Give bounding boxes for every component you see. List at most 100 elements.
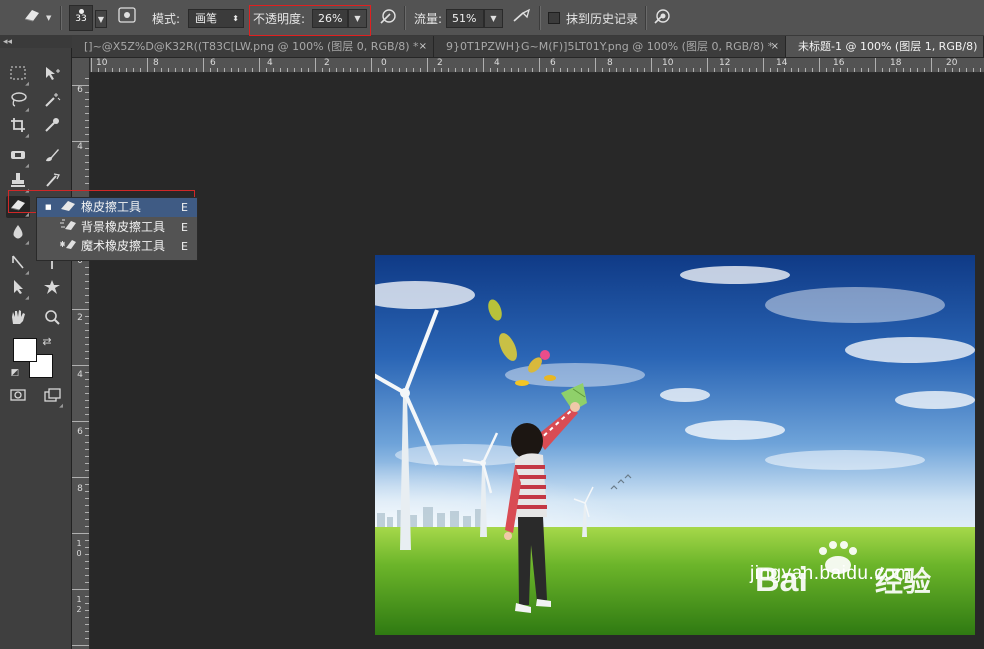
hand-tool-icon[interactable] (6, 309, 30, 331)
ruler-tick (85, 470, 89, 471)
custom-shape-tool-icon[interactable] (40, 279, 64, 301)
ruler-tick (462, 68, 463, 72)
flow-dropdown-button[interactable]: ▼ (484, 9, 503, 28)
close-icon[interactable]: × (771, 36, 779, 57)
ruler-tick (280, 68, 281, 72)
pressure-size-icon[interactable] (650, 7, 674, 29)
ruler-tick (231, 68, 232, 72)
ruler-tick (133, 68, 134, 72)
ruler-tick (85, 603, 89, 604)
ruler-origin[interactable] (72, 58, 90, 73)
ruler-tick (85, 505, 89, 506)
ruler-tick (72, 309, 89, 310)
close-icon[interactable]: × (419, 36, 427, 57)
ruler-tick (441, 68, 442, 72)
updown-arrows-icon: ⬍ (232, 14, 239, 23)
magic-wand-tool-icon[interactable] (40, 91, 64, 113)
lasso-tool-icon[interactable]: ◢ (6, 91, 30, 113)
ruler-tick (85, 281, 89, 282)
flyout-item-magic-eraser[interactable]: 魔术橡皮擦工具 E (37, 237, 197, 256)
ruler-tick (623, 68, 624, 72)
flyout-item-background-eraser[interactable]: 背景橡皮擦工具 E (37, 218, 197, 237)
ruler-label: 2 (437, 58, 443, 68)
ruler-tick (665, 68, 666, 72)
ruler-tick (910, 68, 911, 72)
ruler-tick (539, 58, 540, 72)
ruler-tick (85, 358, 89, 359)
mode-select[interactable]: 画笔 ⬍ (188, 9, 244, 28)
airbrush-icon[interactable] (510, 7, 534, 29)
ruler-tick (385, 68, 386, 72)
flow-input[interactable]: 51% (446, 9, 484, 28)
screen-mode-icon[interactable]: ◢ (40, 387, 64, 409)
ruler-label: 14 (776, 58, 788, 68)
erase-to-history-checkbox[interactable] (548, 12, 560, 24)
document-tab-active[interactable]: 未标题-1 @ 100% (图层 1, RGB/8) (786, 36, 984, 57)
ruler-tick (85, 106, 89, 107)
flyout-item-eraser[interactable]: ■ 橡皮擦工具 E (37, 198, 197, 217)
ruler-tick (85, 372, 89, 373)
toolbox-collapse-bar[interactable]: ◂◂ (0, 36, 72, 48)
ruler-tick (105, 68, 106, 72)
ruler-tick (469, 68, 470, 72)
crop-tool-icon[interactable]: ◢ (6, 117, 30, 139)
pressure-opacity-icon[interactable] (376, 7, 400, 29)
ruler-tick (511, 68, 512, 72)
swap-colors-icon[interactable]: ⇄ (38, 334, 56, 350)
ruler-tick (301, 68, 302, 72)
ruler-label: 6 (550, 58, 556, 68)
brush-picker-dropdown[interactable]: ▼ (95, 10, 107, 28)
ruler-tick (336, 68, 337, 72)
ruler-tick (777, 68, 778, 72)
foreground-color-swatch[interactable] (13, 338, 37, 362)
horizontal-ruler[interactable]: 10 8 6 4 2 0 2 4 6 8 10 12 14 16 18 20 (90, 58, 984, 73)
eyedropper-tool-icon[interactable] (40, 117, 64, 139)
ruler-tick (399, 68, 400, 72)
divider (60, 6, 62, 30)
healing-brush-tool-icon[interactable]: ◢ (6, 147, 30, 169)
ruler-tick (287, 68, 288, 72)
ruler-tick (85, 267, 89, 268)
ruler-tick (85, 428, 89, 429)
ruler-tick (85, 484, 89, 485)
chevron-down-icon[interactable]: ▼ (46, 14, 51, 22)
opacity-input[interactable]: 26% (312, 9, 348, 28)
blur-tool-icon[interactable]: ◢ (6, 224, 30, 246)
ruler-tick (85, 400, 89, 401)
eraser-tool-preset-icon[interactable] (20, 7, 44, 29)
vertical-ruler[interactable]: 6 4 2 0 2 4 6 8 1 0 1 2 (72, 73, 90, 649)
brush-size-preview[interactable]: 33 (69, 5, 93, 31)
background-eraser-icon (59, 218, 77, 238)
erase-to-history-label[interactable]: 抹到历史记录 (566, 10, 638, 27)
ruler-tick (308, 68, 309, 72)
ruler-tick (392, 68, 393, 72)
ruler-tick (72, 141, 89, 142)
ruler-tick (72, 365, 89, 366)
collapse-arrows-icon[interactable]: ◂◂ (3, 37, 12, 47)
ruler-tick (630, 68, 631, 72)
ruler-tick (602, 68, 603, 72)
pen-tool-icon[interactable]: ◢ (6, 254, 30, 276)
marquee-tool-icon[interactable]: ◢ (6, 65, 30, 87)
default-colors-icon[interactable]: ◩ (8, 366, 22, 380)
zoom-tool-icon[interactable] (40, 309, 64, 331)
ruler-tick (85, 519, 89, 520)
quick-mask-icon[interactable] (6, 387, 30, 409)
ruler-tick (406, 68, 407, 72)
opacity-dropdown-button[interactable]: ▼ (348, 9, 367, 28)
ruler-tick (85, 127, 89, 128)
ruler-tick (72, 645, 89, 646)
path-selection-tool-icon[interactable]: ◢ (6, 279, 30, 301)
ruler-tick (85, 169, 89, 170)
brush-panel-toggle-icon[interactable] (115, 7, 139, 29)
move-tool-icon[interactable] (40, 65, 64, 87)
ruler-tick (735, 68, 736, 72)
ruler-tick (85, 176, 89, 177)
ruler-tick (476, 68, 477, 72)
brush-tool-icon[interactable] (40, 147, 64, 169)
ruler-tick (875, 58, 876, 72)
document-tab[interactable]: 9}0T1PZWH}G~M(F)]5LT01Y.png @ 100% (图层 0… (434, 36, 786, 57)
document-tab[interactable]: []~@X5Z%D@K32R((T83C[LW.png @ 100% (图层 0… (72, 36, 434, 57)
ruler-tick (518, 68, 519, 72)
ruler-tick (140, 68, 141, 72)
